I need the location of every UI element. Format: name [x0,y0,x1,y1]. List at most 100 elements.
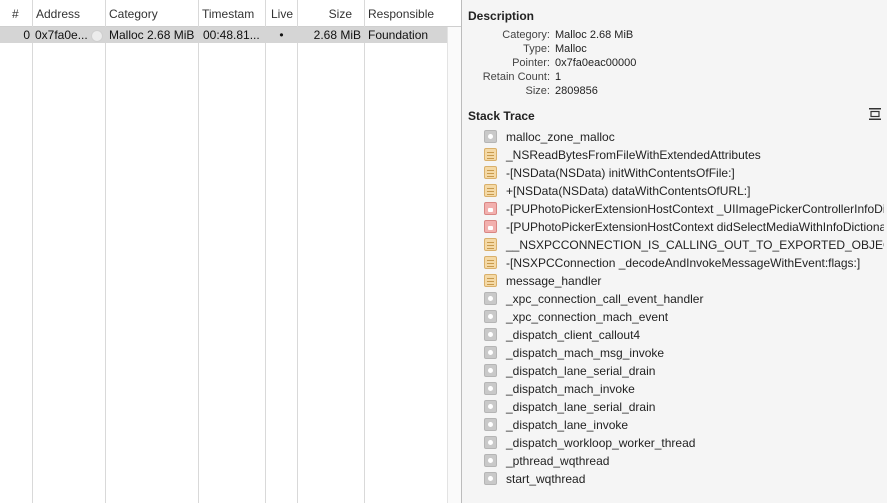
column-header-responsible[interactable]: Responsible [368,0,448,26]
row-address: 0x7fa0e... [35,28,88,42]
table-row[interactable]: 0 0x7fa0e... Malloc 2.68 MiB 00:48.81...… [0,27,447,43]
stack-frame[interactable]: -[PUPhotoPickerExtensionHostContext _UII… [484,200,884,218]
description-key: Retain Count: [482,71,550,83]
system-library-icon [484,364,497,377]
column-separator [297,0,298,503]
system-library-icon [484,346,497,359]
table-header: # Address Category Timestam Live Size Re… [0,0,461,27]
stack-frame[interactable]: _dispatch_mach_msg_invoke [484,344,884,362]
system-library-icon [484,382,497,395]
framework-icon [484,184,497,197]
description-row: Category: Malloc 2.68 MiB [462,28,887,42]
stack-frame[interactable]: start_wqthread [484,470,884,488]
framework-icon [484,274,497,287]
stack-frame[interactable]: _pthread_wqthread [484,452,884,470]
column-header-timestamp[interactable]: Timestam [202,0,264,26]
stack-frame[interactable]: __NSXPCCONNECTION_IS_CALLING_OUT_TO_EXPO… [484,236,884,254]
vertical-scrollbar[interactable] [447,27,461,503]
system-library-icon [484,130,497,143]
system-library-icon [484,472,497,485]
description-key: Type: [523,43,550,55]
description-title: Description [468,9,535,23]
framework-icon [484,166,497,179]
stack-frame-label: -[PUPhotoPickerExtensionHostContext _UII… [506,202,884,216]
stack-frame[interactable]: -[NSXPCConnection _decodeAndInvokeMessag… [484,254,884,272]
stack-frame-label: _dispatch_workloop_worker_thread [506,436,696,450]
stack-frame-label: start_wqthread [506,472,586,486]
description-key: Pointer: [512,57,550,69]
column-header-category[interactable]: Category [109,0,197,26]
stack-frame-label: malloc_zone_malloc [506,130,615,144]
description-row: Pointer: 0x7fa0eac00000 [462,56,887,70]
column-header-num[interactable]: # [12,0,22,26]
app-frame-icon [484,220,497,233]
stack-frame-label: message_handler [506,274,602,288]
stack-frame[interactable]: _dispatch_workloop_worker_thread [484,434,884,452]
column-separator [105,0,106,503]
expand-collapse-icon[interactable] [868,107,882,121]
column-separator [198,0,199,503]
column-header-live[interactable]: Live [271,0,297,26]
column-header-address[interactable]: Address [36,0,104,26]
stack-frame[interactable]: _dispatch_lane_serial_drain [484,362,884,380]
system-library-icon [484,310,497,323]
framework-icon [484,256,497,269]
stack-frame[interactable]: malloc_zone_malloc [484,128,884,146]
stack-frame[interactable]: -[NSData(NSData) initWithContentsOfFile:… [484,164,884,182]
stack-frame[interactable]: +[NSData(NSData) dataWithContentsOfURL:] [484,182,884,200]
stack-frame-label: _dispatch_lane_serial_drain [506,364,656,378]
system-library-icon [484,436,497,449]
description-value: 0x7fa0eac00000 [555,57,637,69]
stack-frame-label: +[NSData(NSData) dataWithContentsOfURL:] [506,184,751,198]
system-library-icon [484,400,497,413]
framework-icon [484,238,497,251]
description-row: Retain Count: 1 [462,70,887,84]
column-separator [32,0,33,503]
stack-frame[interactable]: _xpc_connection_mach_event [484,308,884,326]
system-library-icon [484,418,497,431]
stack-frame-label: -[NSXPCConnection _decodeAndInvokeMessag… [506,256,861,270]
stack-frame-label: _NSReadBytesFromFileWithExtendedAttribut… [506,148,761,162]
stack-trace-title: Stack Trace [468,109,535,123]
stack-frame[interactable]: _dispatch_client_callout4 [484,326,884,344]
column-separator [265,0,266,503]
stack-frame-label: _dispatch_mach_msg_invoke [506,346,665,360]
description-key: Size: [525,85,550,97]
inspector-panel: Description Category: Malloc 2.68 MiB Ty… [462,0,887,503]
description-row: Type: Malloc [462,42,887,56]
description-row: Size: 2809856 [462,84,887,98]
stack-frame-label: _dispatch_lane_invoke [506,418,629,432]
stack-frame[interactable]: _dispatch_mach_invoke [484,380,884,398]
system-library-icon [484,328,497,341]
system-library-icon [484,292,497,305]
stack-frame[interactable]: _dispatch_lane_invoke [484,416,884,434]
go-to-address-icon[interactable] [91,30,103,42]
stack-frame-label: -[NSData(NSData) initWithContentsOfFile:… [506,166,735,180]
stack-frame[interactable]: _dispatch_lane_serial_drain [484,398,884,416]
column-separator [364,0,365,503]
description-value: 1 [555,71,562,83]
stack-frame[interactable]: message_handler [484,272,884,290]
system-library-icon [484,454,497,467]
description-value: Malloc 2.68 MiB [555,29,634,41]
allocations-table: # Address Category Timestam Live Size Re… [0,0,461,503]
stack-frame-label: -[PUPhotoPickerExtensionHostContext didS… [506,220,884,234]
row-num: 0 [23,28,30,42]
row-category: Malloc 2.68 MiB [109,28,195,42]
stack-frame-label: _dispatch_lane_serial_drain [506,400,656,414]
row-timestamp: 00:48.81... [203,28,260,42]
description-key: Category: [502,29,550,41]
stack-frame-label: _dispatch_mach_invoke [506,382,635,396]
column-header-size[interactable]: Size [299,0,352,26]
row-live-indicator: • [279,28,284,42]
stack-frame-label: _xpc_connection_call_event_handler [506,292,704,306]
stack-frame[interactable]: _NSReadBytesFromFileWithExtendedAttribut… [484,146,884,164]
app-frame-icon [484,202,497,215]
stack-frame[interactable]: -[PUPhotoPickerExtensionHostContext didS… [484,218,884,236]
description-value: Malloc [555,43,587,55]
row-size: 2.68 MiB [313,28,361,42]
framework-icon [484,148,497,161]
stack-frame[interactable]: _xpc_connection_call_event_handler [484,290,884,308]
stack-frame-label: __NSXPCCONNECTION_IS_CALLING_OUT_TO_EXPO… [506,238,884,252]
row-responsible: Foundation [368,28,429,42]
